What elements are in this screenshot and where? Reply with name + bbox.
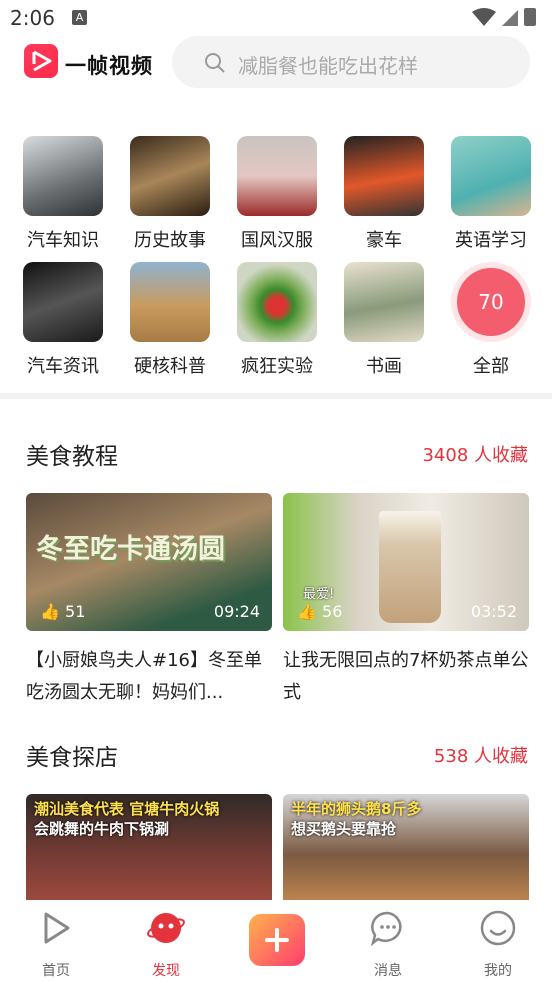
thumbnail-caption: 冬至吃卡通汤圆 bbox=[36, 534, 225, 565]
category-item[interactable]: 汽车知识 bbox=[18, 136, 108, 252]
plus-icon bbox=[265, 928, 289, 952]
drink-cup-image bbox=[379, 511, 441, 623]
category-item[interactable]: 汽车资讯 bbox=[18, 262, 108, 378]
app-name: 一帧视频 bbox=[65, 54, 153, 78]
category-thumbnail bbox=[23, 136, 103, 216]
category-thumbnail bbox=[237, 262, 317, 342]
category-thumbnail bbox=[344, 262, 424, 342]
category-thumbnail bbox=[130, 262, 210, 342]
search-bar[interactable]: 减脂餐也能吃出花样 bbox=[172, 36, 530, 88]
category-item[interactable]: 疯狂实验 bbox=[232, 262, 322, 378]
category-thumbnail bbox=[344, 136, 424, 216]
play-icon bbox=[44, 912, 70, 944]
section-favorites-count[interactable]: 3408 人收藏 bbox=[422, 441, 528, 467]
shop-caption: 潮汕美食代表 官塘牛肉火锅 bbox=[34, 800, 220, 818]
shop-caption: 想买鹅头要靠抢 bbox=[291, 820, 397, 838]
category-item[interactable]: 硬核科普 bbox=[125, 262, 215, 378]
shop-caption: 会跳舞的牛肉下锅涮 bbox=[34, 820, 170, 838]
category-item[interactable]: 豪车 bbox=[339, 136, 429, 252]
smile-icon bbox=[480, 910, 516, 946]
tab-discover[interactable]: 发现 bbox=[131, 908, 201, 980]
video-thumbnail: 最爱! 👍 56 03:52 bbox=[283, 493, 529, 631]
video-card[interactable]: 冬至吃卡通汤圆 👍 51 09:24 【小厨娘鸟夫人#16】冬至单吃汤圆太无聊！… bbox=[26, 493, 272, 709]
thumbnail-caption: 最爱! bbox=[303, 587, 335, 602]
video-duration: 09:24 bbox=[213, 602, 260, 621]
section-title: 美食教程 bbox=[26, 444, 118, 470]
create-button[interactable] bbox=[249, 914, 305, 966]
video-thumbnail: 冬至吃卡通汤圆 👍 51 09:24 bbox=[26, 493, 272, 631]
like-count-value: 56 bbox=[322, 602, 343, 621]
video-title: 【小厨娘鸟夫人#16】冬至单吃汤圆太无聊！妈妈们... bbox=[26, 650, 262, 703]
like-count-value: 51 bbox=[65, 602, 86, 621]
app-header: 一帧视频 减脂餐也能吃出花样 bbox=[0, 36, 552, 92]
category-item[interactable]: 英语学习 bbox=[446, 136, 536, 252]
section-divider bbox=[0, 393, 552, 399]
tab-home[interactable]: 首页 bbox=[21, 908, 91, 980]
app-logo bbox=[24, 44, 58, 78]
shop-video-card[interactable]: 潮汕美食代表 官塘牛肉火锅 会跳舞的牛肉下锅涮 bbox=[26, 794, 272, 904]
bottom-tab-bar: 首页 发现 消息 我的 bbox=[0, 900, 552, 983]
category-thumbnail bbox=[451, 136, 531, 216]
category-label: 国风汉服 bbox=[241, 230, 313, 251]
shop-caption: 半年的狮头鹅8斤多 bbox=[291, 800, 422, 818]
search-placeholder: 减脂餐也能吃出花样 bbox=[238, 54, 418, 78]
tab-label: 我的 bbox=[484, 963, 512, 979]
category-label: 英语学习 bbox=[455, 230, 527, 251]
video-duration: 03:52 bbox=[470, 602, 517, 621]
category-item[interactable]: 国风汉服 bbox=[232, 136, 322, 252]
message-icon bbox=[370, 911, 402, 947]
category-thumbnail bbox=[130, 136, 210, 216]
search-icon bbox=[205, 53, 225, 73]
signal-icons bbox=[472, 8, 536, 26]
all-count: 70 bbox=[457, 268, 525, 336]
category-item-all[interactable]: 70 全部 bbox=[446, 262, 536, 378]
shop-video-card[interactable]: 半年的狮头鹅8斤多 想买鹅头要靠抢 bbox=[283, 794, 529, 904]
discover-icon bbox=[147, 913, 185, 943]
video-title: 让我无限回点的7杯奶茶点单公式 bbox=[283, 650, 529, 703]
tab-messages[interactable]: 消息 bbox=[353, 908, 423, 980]
tab-label: 消息 bbox=[374, 963, 402, 979]
tab-profile[interactable]: 我的 bbox=[463, 908, 533, 980]
category-label: 全部 bbox=[473, 356, 509, 377]
category-thumbnail bbox=[23, 262, 103, 342]
category-item[interactable]: 书画 bbox=[339, 262, 429, 378]
category-label: 历史故事 bbox=[134, 230, 206, 251]
category-label: 豪车 bbox=[366, 230, 402, 251]
category-label: 疯狂实验 bbox=[241, 356, 313, 377]
like-count: 👍 56 bbox=[297, 602, 343, 621]
all-count-badge: 70 bbox=[451, 262, 531, 342]
category-item[interactable]: 历史故事 bbox=[125, 136, 215, 252]
tab-label: 发现 bbox=[152, 963, 180, 979]
category-label: 硬核科普 bbox=[134, 356, 206, 377]
category-label: 书画 bbox=[366, 356, 402, 377]
like-count: 👍 51 bbox=[40, 602, 86, 621]
category-label: 汽车知识 bbox=[27, 230, 99, 251]
section-title: 美食探店 bbox=[26, 745, 118, 771]
category-thumbnail bbox=[237, 136, 317, 216]
status-bar: 2:06 A bbox=[0, 0, 552, 36]
play-logo-icon bbox=[32, 50, 52, 72]
video-card[interactable]: 最爱! 👍 56 03:52 让我无限回点的7杯奶茶点单公式 bbox=[283, 493, 529, 709]
category-label: 汽车资讯 bbox=[27, 356, 99, 377]
tab-label: 首页 bbox=[42, 963, 70, 979]
status-time: 2:06 bbox=[10, 6, 55, 30]
notification-icon: A bbox=[72, 10, 87, 25]
section-favorites-count[interactable]: 538 人收藏 bbox=[434, 742, 528, 768]
